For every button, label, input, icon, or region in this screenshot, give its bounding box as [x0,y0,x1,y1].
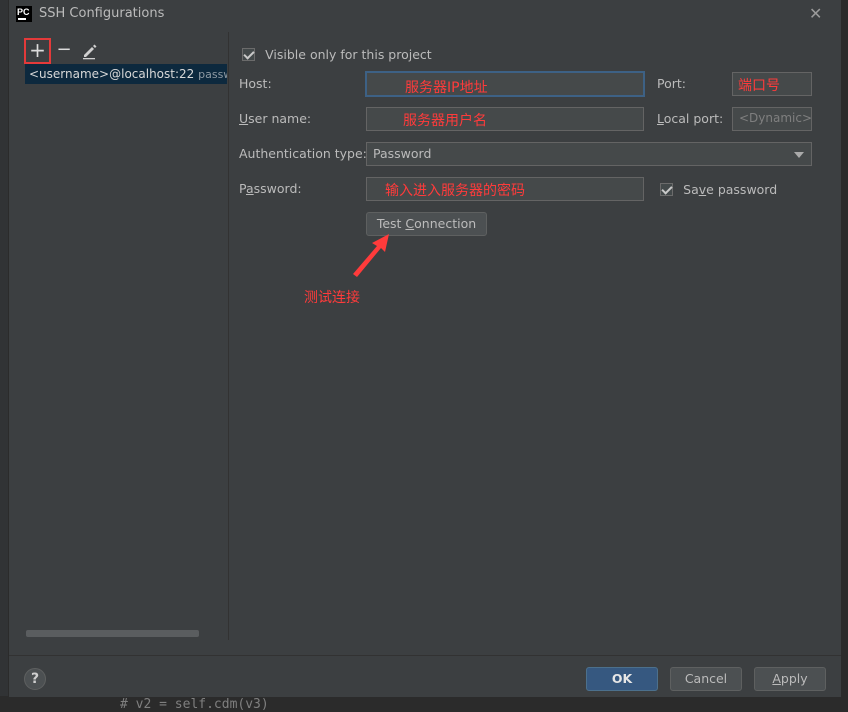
list-item-auth: password [198,68,227,81]
visible-only-label: Visible only for this project [265,47,432,62]
host-annotation: 服务器IP地址 [405,80,488,96]
help-button[interactable]: ? [24,668,46,690]
cancel-button[interactable]: Cancel [670,667,742,691]
visible-only-checkbox[interactable] [242,48,255,61]
local-port-placeholder: <Dynamic> [739,111,813,125]
list-item[interactable]: <username>@localhost:22 password [25,64,227,84]
port-input[interactable]: 端口号 [732,72,812,96]
pencil-icon[interactable] [81,42,99,60]
save-password-row: Save password [660,182,777,197]
auth-type-select[interactable]: Password [366,142,812,166]
remove-configuration-button[interactable]: − [56,38,72,62]
auth-type-value: Password [373,146,432,161]
port-annotation: 端口号 [738,78,780,94]
username-annotation: 服务器用户名 [403,113,487,129]
footer-separator [9,655,841,656]
ssh-configurations-dialog: PC SSH Configurations ✕ + − <username>@l… [8,0,842,697]
password-label: Password: [239,181,302,196]
annotation-arrow-icon [353,234,389,277]
password-input[interactable]: 输入进入服务器的密码 [366,177,644,201]
editor-gutter [0,0,8,710]
visible-only-row: Visible only for this project [242,47,432,62]
horizontal-scrollbar[interactable] [26,630,199,637]
dialog-title: SSH Configurations [39,6,165,21]
pycharm-app-icon: PC [16,6,32,22]
username-label: User name: [239,111,312,126]
password-annotation: 输入进入服务器的密码 [385,183,525,199]
apply-button[interactable]: Apply [754,667,826,691]
title-bar: PC SSH Configurations ✕ [9,0,841,28]
port-label: Port: [657,76,686,91]
username-input[interactable]: 服务器用户名 [366,107,644,131]
close-icon[interactable]: ✕ [809,4,822,23]
configurations-list-panel [9,32,227,640]
local-port-label: Local port: [657,111,724,126]
chevron-down-icon [794,152,804,158]
ok-button[interactable]: OK [586,667,658,691]
list-item-name: <username>@localhost:22 [29,67,195,81]
host-input[interactable]: 服务器IP地址 [365,71,645,97]
save-password-label: Save password [683,182,778,197]
auth-type-label: Authentication type: [239,146,367,161]
local-port-input[interactable]: <Dynamic> [732,107,812,131]
host-label: Host: [239,76,272,91]
save-password-checkbox[interactable] [660,183,673,196]
add-configuration-button[interactable]: + [24,38,51,64]
test-connection-annotation: 测试连接 [304,290,360,306]
panel-divider[interactable] [228,32,229,640]
